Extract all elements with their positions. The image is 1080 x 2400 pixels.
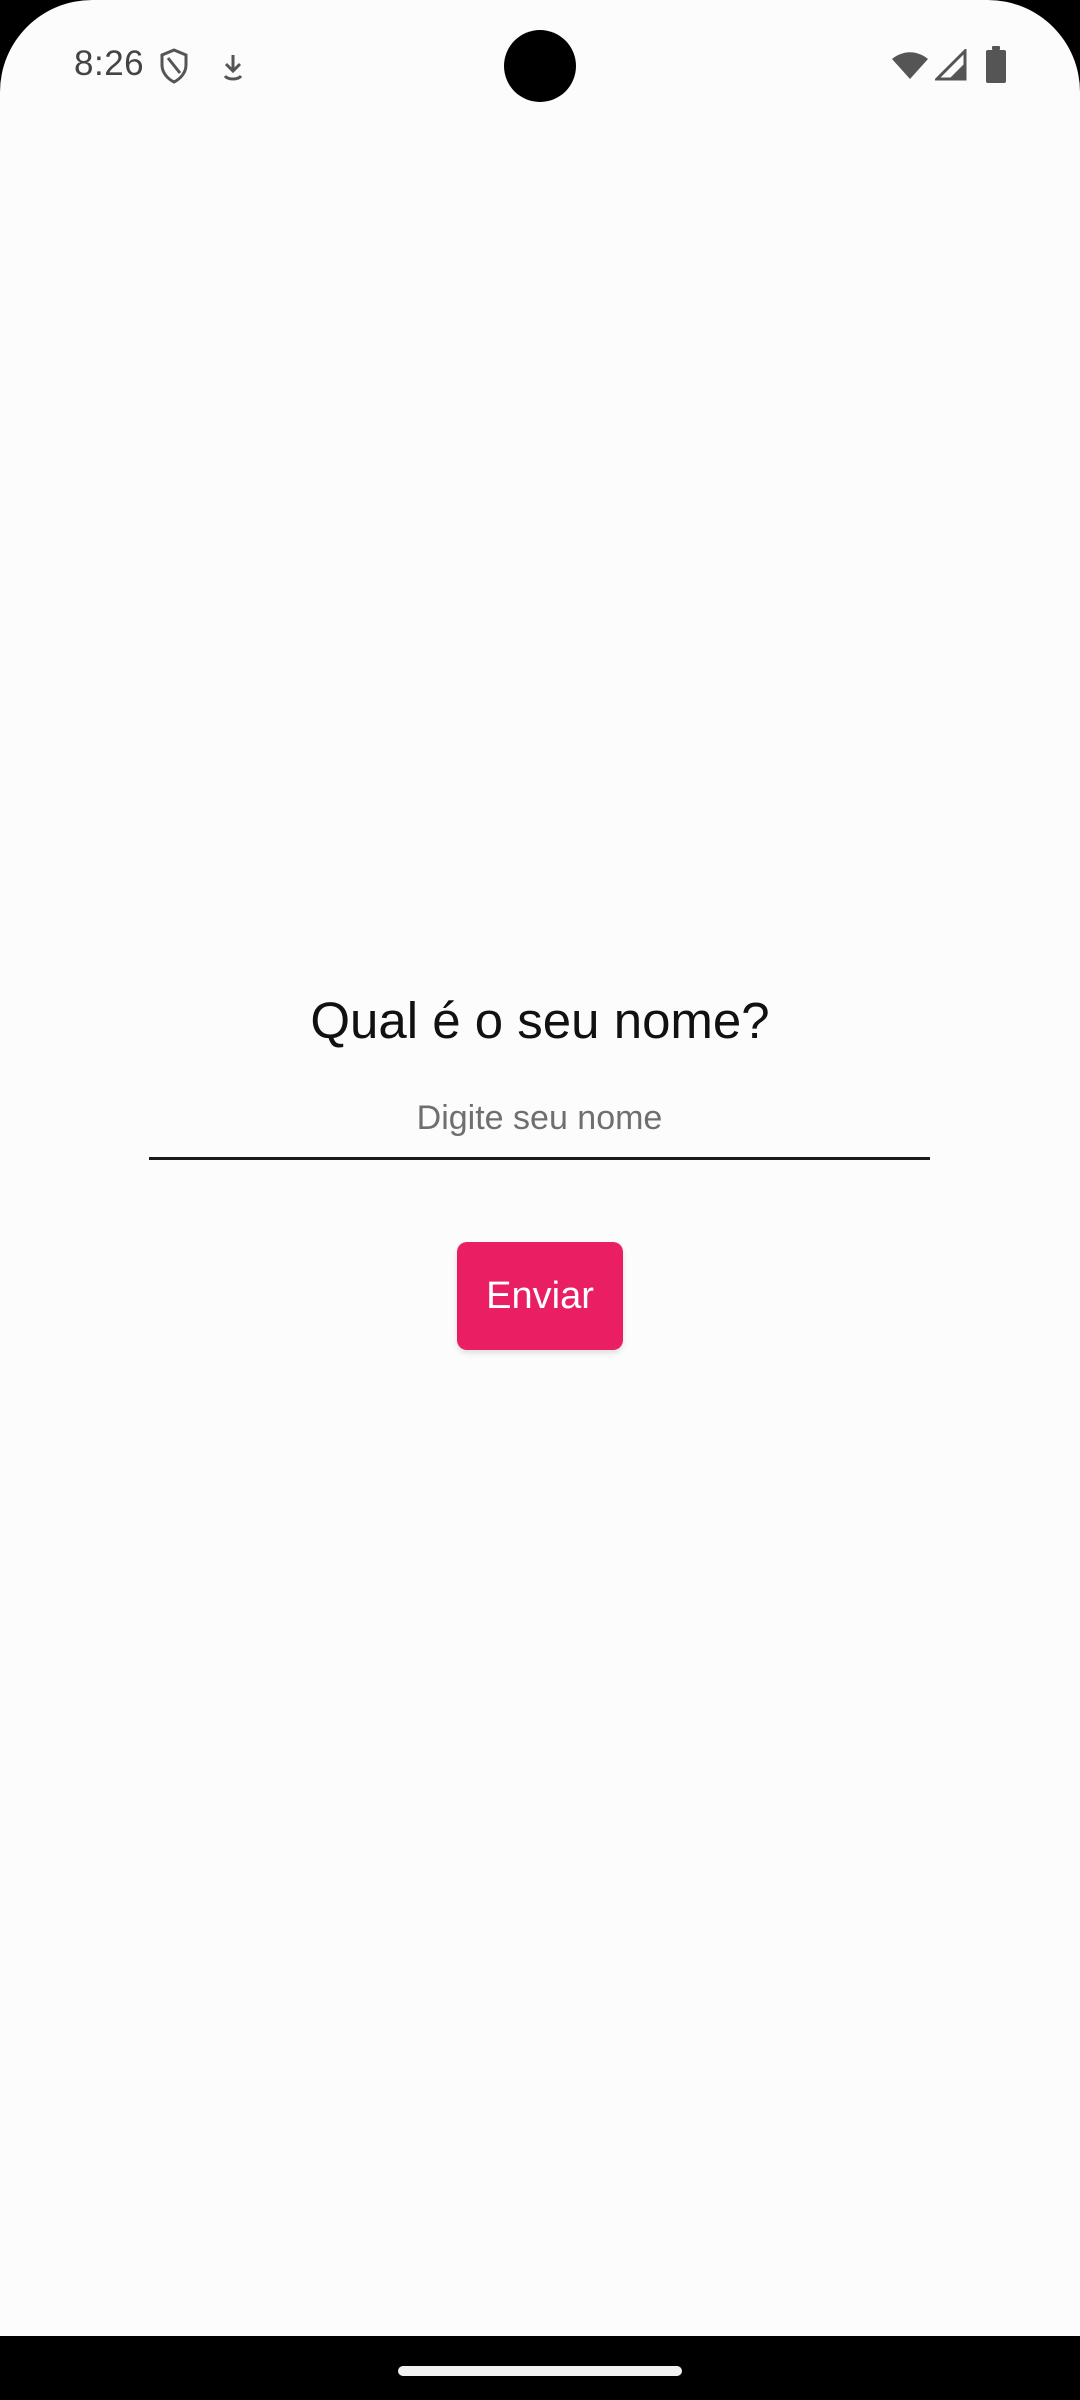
name-question: Qual é o seu nome? (310, 992, 770, 1049)
submit-button[interactable]: Enviar (457, 1242, 623, 1350)
main-content: Qual é o seu nome? Enviar (0, 0, 1080, 2336)
app-surface: 8:26 Qual é o seu nome? Digite seu nome … (0, 0, 1080, 2336)
phone-screen: 8:26 Qual é o seu nome? Digite seu nome … (0, 0, 1080, 2400)
name-input[interactable] (149, 1092, 930, 1160)
navigation-handle[interactable] (398, 2366, 682, 2376)
